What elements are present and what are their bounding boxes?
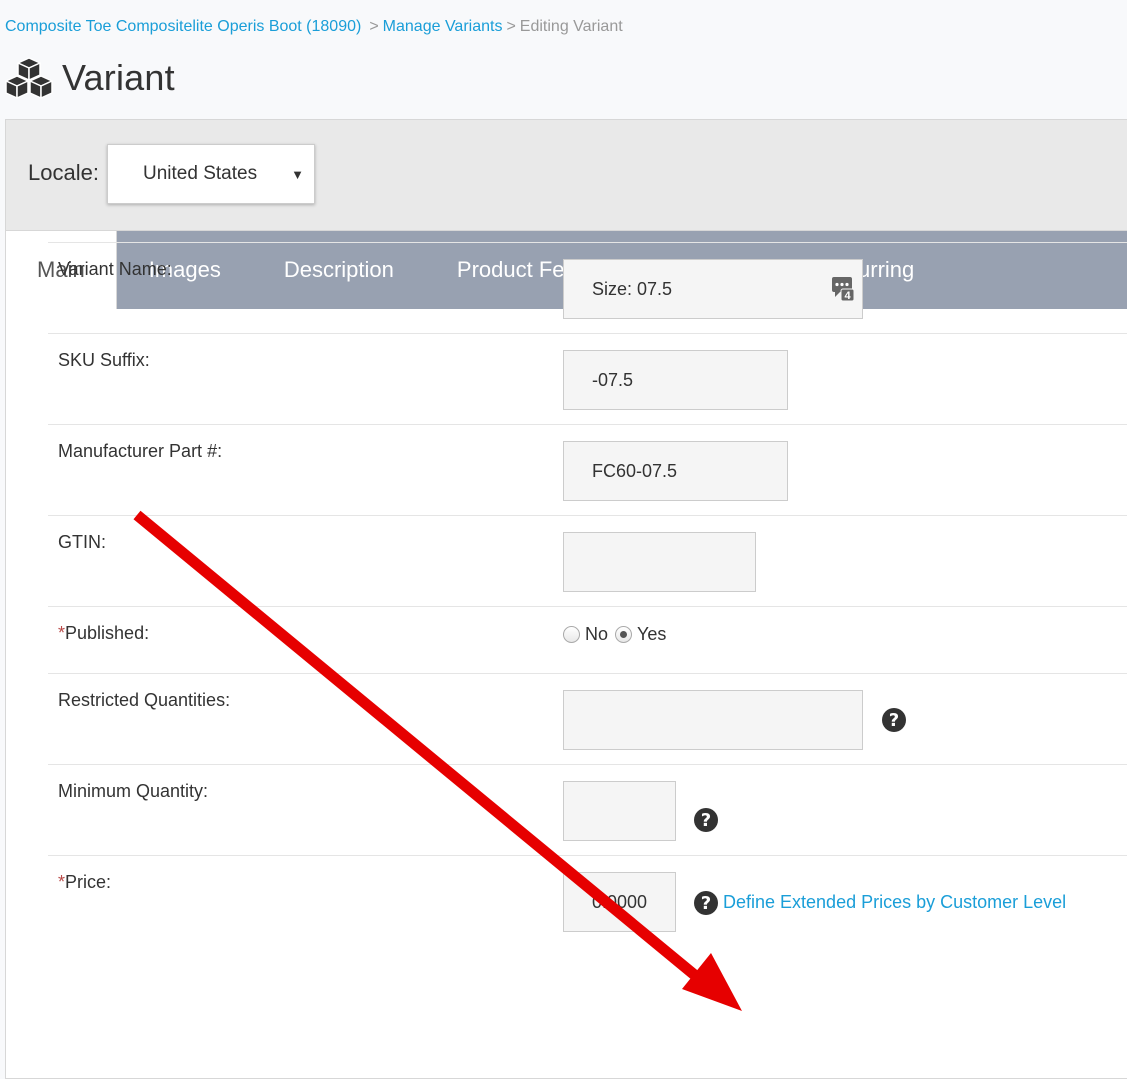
form-row-sku-suffix: SKU Suffix: -07.5 — [48, 333, 1127, 424]
variant-form: Variant Name: Size: 07.5 4 SKU Suffix: -… — [48, 242, 1127, 946]
breadcrumb-manage-variants-link[interactable]: Manage Variants — [383, 18, 503, 35]
minimum-quantity-input[interactable] — [563, 781, 676, 841]
question-circle-icon[interactable]: ? — [882, 708, 906, 732]
required-marker: * — [58, 623, 66, 643]
published-label: *Published: — [58, 623, 149, 644]
breadcrumb-separator: > — [369, 18, 379, 35]
breadcrumb-current: Editing Variant — [519, 18, 623, 35]
define-extended-prices-link[interactable]: Define Extended Prices by Customer Level — [723, 892, 1066, 913]
restricted-quantities-label: Restricted Quantities: — [58, 690, 231, 710]
price-label: *Price: — [58, 872, 111, 893]
form-row-gtin: GTIN: — [48, 515, 1127, 606]
sku-suffix-label: SKU Suffix: — [58, 350, 150, 370]
required-marker: * — [58, 872, 66, 892]
restricted-quantities-input[interactable] — [563, 690, 863, 750]
variant-name-input[interactable]: Size: 07.5 4 — [563, 259, 863, 319]
manufacturer-part-value: FC60-07.5 — [592, 460, 678, 481]
gtin-input[interactable] — [563, 532, 756, 592]
form-row-published: *Published: No Yes — [48, 606, 1127, 673]
localized-values-icon: 4 — [832, 277, 855, 302]
form-row-restricted-quantities: Restricted Quantities: ? — [48, 673, 1127, 764]
variant-name-value: Size: 07.5 — [592, 278, 673, 299]
question-circle-icon[interactable]: ? — [694, 808, 718, 832]
published-radio-group: No Yes — [563, 624, 666, 645]
locale-select-value: United States — [143, 163, 258, 184]
breadcrumb: Composite Toe Compositelite Operis Boot … — [5, 18, 623, 36]
form-row-price: *Price: 0.0000 ? Define Extended Prices … — [48, 855, 1127, 946]
published-no-radio[interactable] — [563, 626, 580, 643]
page-title: Variant — [62, 57, 175, 98]
question-circle-icon[interactable]: ? — [694, 891, 718, 915]
locale-label: Locale: — [28, 160, 99, 185]
breadcrumb-separator: > — [506, 18, 516, 35]
cubes-icon — [5, 57, 53, 99]
locale-select[interactable]: United States ▼ — [107, 144, 315, 204]
caret-down-icon: ▼ — [291, 167, 304, 182]
breadcrumb-product-link[interactable]: Composite Toe Compositelite Operis Boot … — [5, 18, 361, 35]
variant-name-label: Variant Name: — [58, 259, 172, 279]
published-no-label: No — [585, 624, 609, 644]
published-yes-label: Yes — [637, 624, 667, 644]
published-yes-radio[interactable] — [615, 626, 633, 643]
price-input[interactable]: 0.0000 — [563, 872, 676, 932]
form-row-minimum-quantity: Minimum Quantity: ? — [48, 764, 1127, 855]
locale-bar: Locale: United States ▼ — [6, 120, 1127, 231]
localized-count: 4 — [844, 290, 851, 302]
manufacturer-part-input[interactable]: FC60-07.5 — [563, 441, 788, 501]
page-header: Variant — [4, 56, 175, 100]
form-row-manufacturer-part: Manufacturer Part #: FC60-07.5 — [48, 424, 1127, 515]
manufacturer-part-label: Manufacturer Part #: — [58, 441, 223, 461]
published-label-text: Published: — [65, 623, 150, 643]
sku-suffix-value: -07.5 — [592, 369, 634, 390]
gtin-label: GTIN: — [58, 532, 106, 552]
sku-suffix-input[interactable]: -07.5 — [563, 350, 788, 410]
price-value: 0.0000 — [592, 891, 648, 912]
minimum-quantity-label: Minimum Quantity: — [58, 781, 209, 801]
form-row-variant-name: Variant Name: Size: 07.5 4 — [48, 242, 1127, 333]
price-label-text: Price: — [65, 872, 112, 892]
